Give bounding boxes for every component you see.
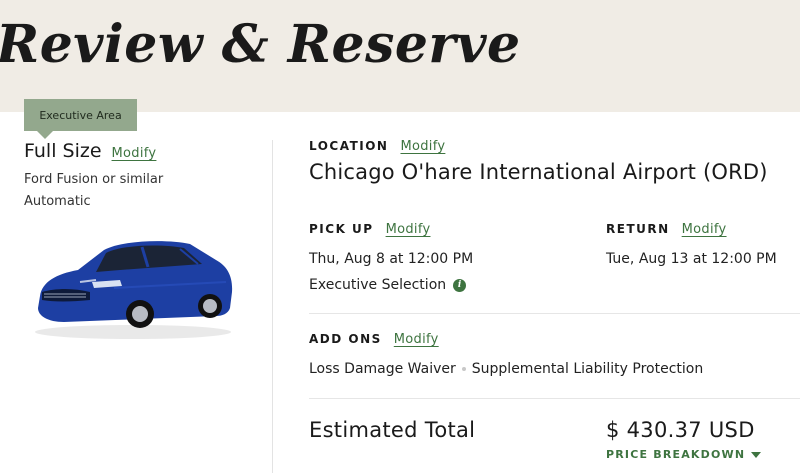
section-divider xyxy=(309,398,800,399)
return-datetime: Tue, Aug 13 at 12:00 PM xyxy=(606,251,777,267)
vehicle-class-name: Full Size xyxy=(24,140,102,162)
return-header: RETURN Modify xyxy=(606,222,727,237)
estimated-total-label: Estimated Total xyxy=(309,418,476,442)
executive-area-tag: Executive Area xyxy=(24,99,137,139)
pickup-label: PICK UP xyxy=(309,222,374,236)
page-title: Review & Reserve xyxy=(0,14,521,75)
addons-header: ADD ONS Modify xyxy=(309,332,439,347)
column-divider xyxy=(272,140,273,473)
estimated-total-value: $ 430.37 USD xyxy=(606,418,755,442)
location-modify-link[interactable]: Modify xyxy=(400,139,445,154)
caret-down-icon xyxy=(751,451,762,458)
pickup-selection: Executive Selection i xyxy=(309,277,467,293)
return-modify-link[interactable]: Modify xyxy=(682,222,727,237)
price-breakdown-toggle[interactable]: PRICE BREAKDOWN xyxy=(606,448,762,461)
vehicle-transmission: Automatic xyxy=(24,194,91,209)
addons-list: Loss Damage Waiver Supplemental Liabilit… xyxy=(309,361,703,377)
addons-label: ADD ONS xyxy=(309,332,382,346)
addon-item: Supplemental Liability Protection xyxy=(471,361,704,377)
vehicle-modify-link[interactable]: Modify xyxy=(112,146,157,161)
section-divider xyxy=(309,313,800,314)
price-breakdown-label: PRICE BREAKDOWN xyxy=(606,448,746,461)
info-icon[interactable]: i xyxy=(453,278,467,292)
return-label: RETURN xyxy=(606,222,670,236)
pickup-selection-label: Executive Selection xyxy=(309,277,447,293)
pickup-header: PICK UP Modify xyxy=(309,222,430,237)
vehicle-model: Ford Fusion or similar xyxy=(24,172,164,187)
addon-item: Loss Damage Waiver xyxy=(309,361,456,377)
car-image xyxy=(35,241,233,339)
pickup-datetime: Thu, Aug 8 at 12:00 PM xyxy=(309,251,474,267)
location-label: LOCATION xyxy=(309,139,389,153)
pickup-modify-link[interactable]: Modify xyxy=(386,222,431,237)
vehicle-class: Full Size Modify xyxy=(24,140,156,162)
separator-dot xyxy=(461,367,466,371)
addons-modify-link[interactable]: Modify xyxy=(394,332,439,347)
location-header: LOCATION Modify xyxy=(309,139,445,154)
location-value: Chicago O'hare International Airport (OR… xyxy=(309,160,768,184)
